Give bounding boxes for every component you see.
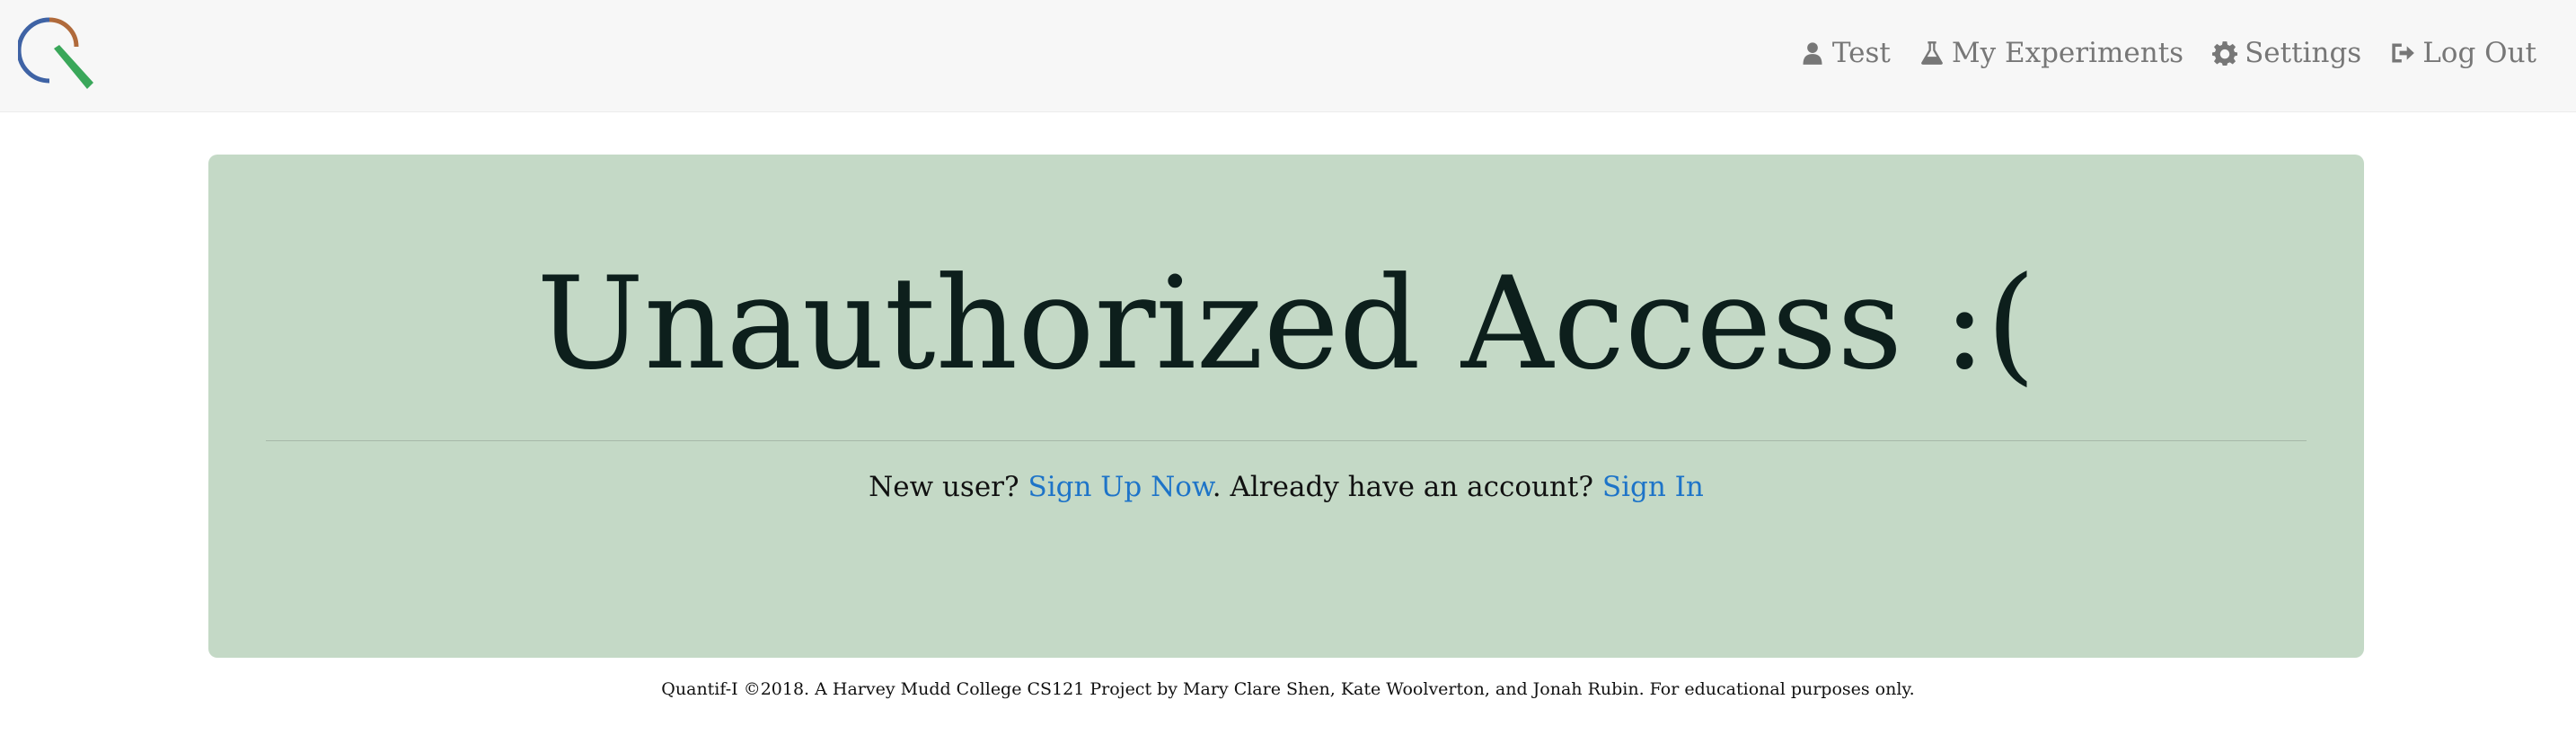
nav-links: Test My Experiments Settings Log Out (1800, 0, 2536, 106)
sign-up-link[interactable]: Sign Up Now (1028, 471, 1212, 503)
divider (266, 440, 2307, 441)
new-user-text: New user? (869, 471, 1019, 503)
sign-in-link[interactable]: Sign In (1602, 471, 1704, 503)
sign-out-icon (2392, 43, 2415, 63)
nav-item-label: My Experiments (1951, 37, 2184, 69)
gear-icon (2212, 41, 2238, 66)
nav-item-test[interactable]: Test (1800, 37, 1891, 69)
nav-item-settings[interactable]: Settings (2212, 37, 2361, 69)
nav-item-log-out[interactable]: Log Out (2390, 37, 2536, 69)
nav-item-label: Settings (2245, 37, 2362, 69)
user-icon (1803, 42, 1822, 65)
footer-text: Quantif-I ©2018. A Harvey Mudd College C… (661, 679, 1915, 699)
page-title: Unauthorized Access :( (536, 250, 2036, 398)
nav-item-label: Test (1831, 37, 1891, 69)
existing-account-text: . Already have an account? (1212, 471, 1593, 503)
nav-item-label: Log Out (2422, 37, 2536, 69)
flask-icon (1920, 41, 1943, 65)
auth-prompt: New user? Sign Up Now. Already have an a… (208, 471, 2364, 503)
unauthorized-panel: Unauthorized Access :( New user? Sign Up… (208, 155, 2364, 658)
quantif-i-logo[interactable] (18, 14, 95, 92)
top-navbar: Test My Experiments Settings Log Out (0, 0, 2576, 112)
nav-item-my-experiments[interactable]: My Experiments (1919, 37, 2183, 69)
